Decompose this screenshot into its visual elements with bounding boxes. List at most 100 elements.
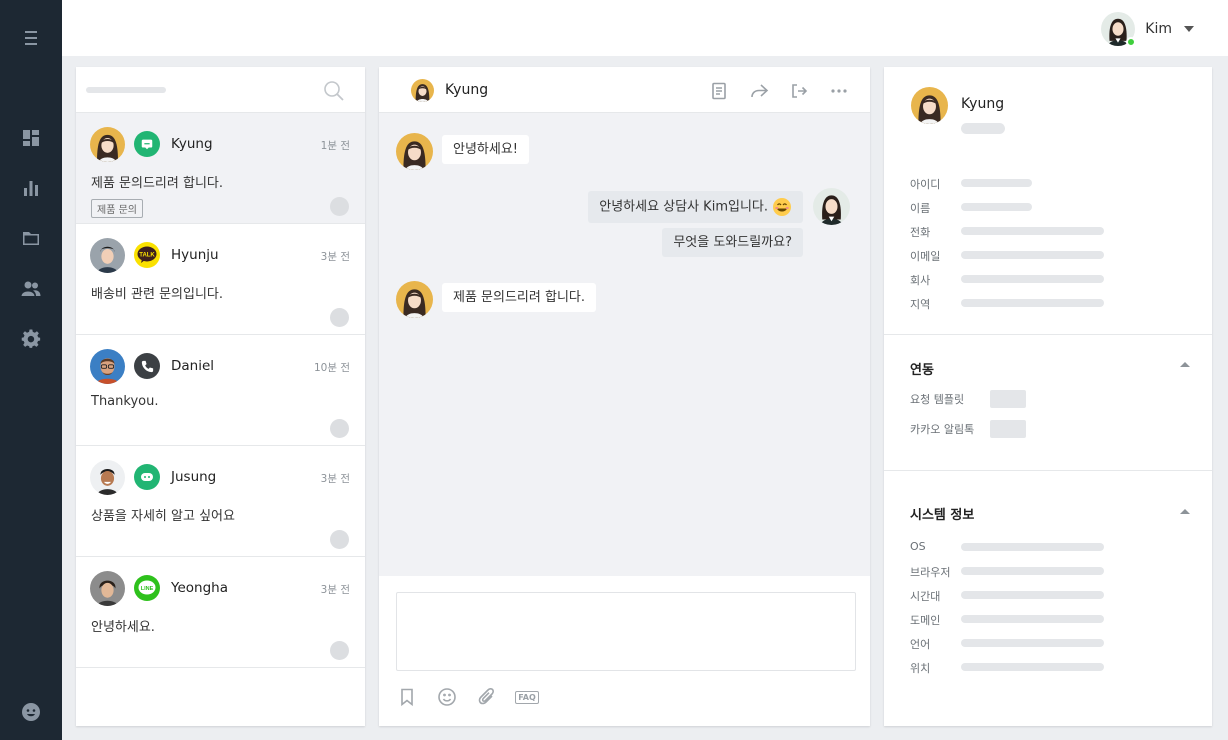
list-item[interactable]: Daniel 10분 전 Thankyou. <box>76 335 365 446</box>
message-time: 3분 전 <box>320 251 350 263</box>
field-value <box>961 639 1104 647</box>
field-label: 지역 <box>910 298 931 311</box>
field-value <box>961 203 1032 211</box>
forward-icon[interactable] <box>748 80 770 102</box>
talk-talk-channel-icon <box>134 464 160 490</box>
integration-toggle[interactable] <box>990 390 1026 408</box>
chat-title: Kyung <box>445 82 489 98</box>
field-label: 위치 <box>910 662 931 675</box>
last-message: Thankyou. <box>91 394 159 409</box>
message-time: 3분 전 <box>320 473 350 485</box>
list-item[interactable]: TALK Hyunju 3분 전 배송비 관련 문의입니다. <box>76 224 365 335</box>
field-label: 아이디 <box>910 178 941 191</box>
field-value <box>961 543 1104 551</box>
avatar <box>396 133 433 170</box>
contact-name: Jusung <box>171 469 217 485</box>
field-label: 시간대 <box>910 590 941 603</box>
svg-text:LINE: LINE <box>141 586 154 592</box>
message-time: 10분 전 <box>313 362 350 374</box>
folder-icon[interactable] <box>21 228 41 248</box>
agent-message: 무엇을 도와드릴까요? <box>662 228 803 257</box>
field-value <box>961 591 1104 599</box>
chat-channel-icon <box>134 131 160 157</box>
profile-subtitle-placeholder <box>961 123 1005 134</box>
chevron-down-icon <box>1184 26 1194 32</box>
phone-channel-icon <box>134 353 160 379</box>
customer-info-panel: Kyung 아이디 이름 전화 이메일 회사 지역 연동 요청 템플릿 카카오 … <box>884 67 1212 726</box>
avatar <box>90 460 125 495</box>
search-placeholder <box>86 87 166 93</box>
field-value <box>961 663 1104 671</box>
section-title[interactable]: 시스템 정보 <box>910 504 974 523</box>
avatar <box>90 349 125 384</box>
list-item[interactable]: Jusung 3분 전 상품을 자세히 알고 싶어요 <box>76 446 365 557</box>
field-label: 회사 <box>910 274 931 287</box>
field-label: 도메인 <box>910 614 941 627</box>
message-time: 3분 전 <box>320 584 350 596</box>
attachment-icon[interactable] <box>476 686 498 708</box>
profile-name: Kyung <box>961 96 1005 112</box>
field-value <box>961 251 1104 259</box>
gear-icon[interactable] <box>21 329 41 349</box>
memo-icon[interactable] <box>708 80 730 102</box>
contact-name: Kyung <box>171 136 213 152</box>
contact-name: Yeongha <box>171 580 228 596</box>
line-channel-icon: LINE <box>134 575 160 601</box>
field-value <box>961 567 1104 575</box>
dashboard-icon[interactable] <box>21 128 41 148</box>
search-bar[interactable] <box>76 67 365 113</box>
kakaotalk-channel-icon: TALK <box>134 242 160 268</box>
users-icon[interactable] <box>21 279 41 299</box>
unread-dot <box>330 308 349 327</box>
online-status-dot <box>1126 37 1137 47</box>
chat-header: Kyung <box>379 67 870 113</box>
avatar <box>90 238 125 273</box>
chevron-up-icon[interactable] <box>1180 509 1190 514</box>
more-icon[interactable] <box>828 80 850 102</box>
avatar <box>1101 12 1137 47</box>
nav-rail <box>0 0 62 740</box>
message-area: 안녕하세요! 안녕하세요 상담사 Kim입니다. 무엇을 도와드릴까요? 제품 … <box>379 113 870 576</box>
menu-icon[interactable] <box>21 28 41 48</box>
list-item[interactable]: Kyung 1분 전 제품 문의드리려 합니다. 제품 문의 <box>76 113 365 224</box>
integration-toggle[interactable] <box>990 420 1026 438</box>
last-message: 배송비 관련 문의입니다. <box>91 287 223 302</box>
exit-icon[interactable] <box>788 80 810 102</box>
user-name: Kim <box>1145 21 1172 37</box>
message-input[interactable] <box>396 592 856 671</box>
top-bar: Kim <box>62 0 1228 56</box>
customer-message: 안녕하세요! <box>442 135 530 164</box>
avatar <box>90 127 125 162</box>
search-icon[interactable] <box>323 80 345 102</box>
last-message: 안녕하세요. <box>91 620 155 635</box>
unread-dot <box>330 197 349 216</box>
smile-emoji-icon <box>773 198 791 216</box>
list-item[interactable]: LINE Yeongha 3분 전 안녕하세요. <box>76 557 365 668</box>
field-value <box>961 227 1104 235</box>
faq-icon: FAQ <box>515 690 539 704</box>
field-value <box>961 299 1104 307</box>
message-text: 안녕하세요 상담사 Kim입니다. <box>599 199 768 215</box>
bookmark-icon[interactable] <box>396 686 418 708</box>
field-label: 이름 <box>910 202 931 215</box>
emoji-icon[interactable] <box>436 686 458 708</box>
user-menu[interactable]: Kim <box>1101 12 1194 47</box>
contact-name: Daniel <box>171 358 215 374</box>
svg-text:TALK: TALK <box>139 252 155 258</box>
avatar <box>813 188 850 225</box>
profile-section: Kyung 아이디 이름 전화 이메일 회사 지역 <box>884 67 1212 335</box>
section-title[interactable]: 연동 <box>910 359 934 378</box>
field-label: 전화 <box>910 226 931 239</box>
field-label: OS <box>910 540 926 553</box>
field-value <box>961 615 1104 623</box>
field-label: 언어 <box>910 638 931 651</box>
bot-icon[interactable] <box>21 702 41 722</box>
last-message: 제품 문의드리려 합니다. <box>91 176 223 191</box>
integration-label: 요청 템플릿 <box>910 393 965 406</box>
field-label: 이메일 <box>910 250 941 263</box>
last-message: 상품을 자세히 알고 싶어요 <box>91 509 235 524</box>
stats-icon[interactable] <box>21 178 41 198</box>
faq-button[interactable]: FAQ <box>515 686 539 708</box>
customer-message: 제품 문의드리려 합니다. <box>442 283 596 312</box>
chevron-up-icon[interactable] <box>1180 362 1190 367</box>
